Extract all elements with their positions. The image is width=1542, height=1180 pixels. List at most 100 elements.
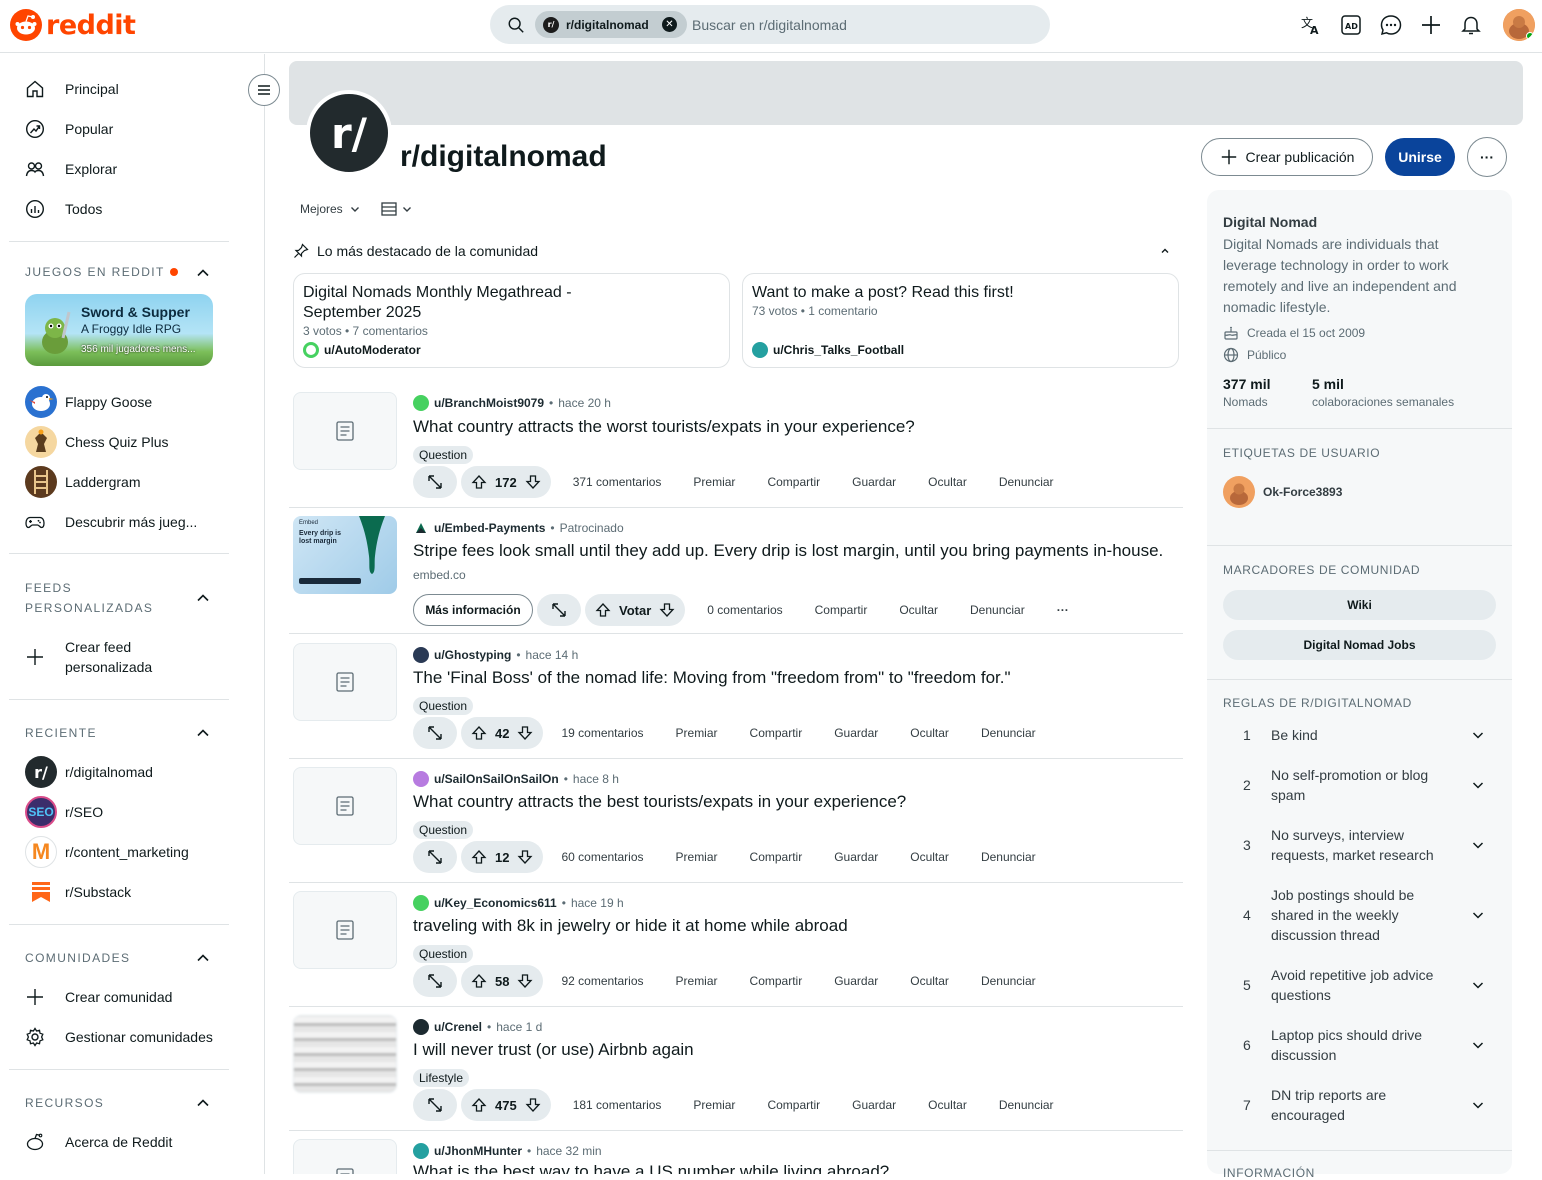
discover-more-games[interactable]: Descubrir más jueg... bbox=[25, 502, 245, 542]
rule-item[interactable]: 2 No self-promotion or blog spam bbox=[1223, 765, 1496, 805]
post-author[interactable]: u/SailOnSailOnSailOn bbox=[434, 772, 559, 786]
chevron-down-icon[interactable] bbox=[401, 203, 413, 215]
hide-button[interactable]: Ocultar bbox=[928, 475, 967, 489]
award-button[interactable]: Premiar bbox=[676, 974, 718, 988]
advertise-icon[interactable]: AD bbox=[1339, 13, 1363, 37]
sort-dropdown[interactable]: Mejores bbox=[300, 202, 343, 216]
comments-button[interactable]: 0 comentarios bbox=[707, 603, 782, 617]
nav-all[interactable]: Todos bbox=[25, 189, 245, 229]
post-author[interactable]: u/Embed-Payments bbox=[434, 521, 545, 535]
comments-button[interactable]: 19 comentarios bbox=[561, 726, 643, 740]
post-overflow-menu[interactable]: ··· bbox=[1057, 603, 1069, 617]
recent-item-seo[interactable]: SEO r/SEO bbox=[25, 792, 245, 832]
game-item-laddergram[interactable]: Laddergram bbox=[25, 462, 245, 502]
bookmark-wiki-button[interactable]: Wiki bbox=[1223, 590, 1496, 620]
recent-item-substack[interactable]: r/Substack bbox=[25, 872, 245, 912]
comments-button[interactable]: 60 comentarios bbox=[561, 850, 643, 864]
join-button[interactable]: Unirse bbox=[1385, 138, 1455, 176]
post-title[interactable]: I will never trust (or use) Airbnb again bbox=[413, 1040, 694, 1060]
promoted-post-card[interactable]: Embed Every drip is lost margin u/Embed-P… bbox=[289, 508, 1183, 634]
create-icon[interactable] bbox=[1419, 13, 1443, 37]
comments-button[interactable]: 92 comentarios bbox=[561, 974, 643, 988]
post-author[interactable]: u/JhonMHunter bbox=[434, 1144, 522, 1158]
hide-button[interactable]: Ocultar bbox=[899, 603, 938, 617]
report-button[interactable]: Denunciar bbox=[999, 1098, 1054, 1112]
chevron-down-icon[interactable] bbox=[1471, 978, 1485, 992]
chevron-down-icon[interactable] bbox=[1471, 838, 1485, 852]
downvote-icon[interactable] bbox=[525, 474, 541, 490]
chevron-up-icon[interactable] bbox=[195, 950, 211, 966]
save-button[interactable]: Guardar bbox=[834, 850, 878, 864]
award-button[interactable]: Premiar bbox=[676, 726, 718, 740]
post-card[interactable]: u/Key_Economics611 • hace 19 h traveling w… bbox=[289, 883, 1183, 1007]
share-button[interactable]: Compartir bbox=[750, 726, 803, 740]
share-button[interactable]: Compartir bbox=[767, 1098, 820, 1112]
rule-item[interactable]: 5 Avoid repetitive job advice questions bbox=[1223, 965, 1496, 1005]
share-button[interactable]: Compartir bbox=[750, 850, 803, 864]
user-flair-preview[interactable]: Ok-Force3893 bbox=[1223, 476, 1342, 508]
post-title[interactable]: The 'Final Boss' of the nomad life: Movi… bbox=[413, 668, 1011, 688]
award-button[interactable]: Premiar bbox=[693, 1098, 735, 1112]
manage-communities[interactable]: Gestionar comunidades bbox=[25, 1017, 245, 1057]
chevron-down-icon[interactable] bbox=[1471, 778, 1485, 792]
more-options-button[interactable]: ··· bbox=[1467, 137, 1507, 177]
games-section-header[interactable]: JUEGOS EN REDDIT bbox=[25, 262, 178, 282]
save-button[interactable]: Guardar bbox=[834, 974, 878, 988]
award-button[interactable]: Premiar bbox=[676, 850, 718, 864]
rule-item[interactable]: 1 Be kind bbox=[1223, 725, 1496, 745]
create-community[interactable]: Crear comunidad bbox=[25, 977, 245, 1017]
upvote-icon[interactable] bbox=[471, 474, 487, 490]
upvote-icon[interactable] bbox=[471, 1097, 487, 1113]
rule-item[interactable]: 7 DN trip reports are encouraged bbox=[1223, 1085, 1496, 1125]
save-button[interactable]: Guardar bbox=[834, 726, 878, 740]
featured-game-card[interactable]: Sword & Supper A Froggy Idle RPG 356 mil… bbox=[25, 294, 213, 366]
recent-item-content-marketing[interactable]: M r/content_marketing bbox=[25, 832, 245, 872]
hide-button[interactable]: Ocultar bbox=[928, 1098, 967, 1112]
hide-button[interactable]: Ocultar bbox=[910, 974, 949, 988]
create-custom-feed[interactable]: Crear feed personalizada bbox=[25, 637, 245, 677]
post-flair[interactable]: Lifestyle bbox=[413, 1069, 470, 1087]
downvote-icon[interactable] bbox=[517, 725, 533, 741]
recent-section-header[interactable]: RECIENTE bbox=[25, 723, 97, 743]
highlight-card[interactable]: Digital Nomads Monthly Megathread - Septe… bbox=[293, 273, 730, 368]
share-button[interactable]: Compartir bbox=[815, 603, 868, 617]
downvote-icon[interactable] bbox=[517, 973, 533, 989]
post-flair[interactable]: Question bbox=[413, 446, 474, 464]
about-reddit[interactable]: Acerca de Reddit bbox=[25, 1122, 245, 1162]
chevron-up-icon[interactable] bbox=[195, 725, 211, 741]
hide-button[interactable]: Ocultar bbox=[910, 726, 949, 740]
report-button[interactable]: Denunciar bbox=[981, 974, 1036, 988]
game-item-flappy-goose[interactable]: Flappy Goose bbox=[25, 382, 245, 422]
post-title[interactable]: What country attracts the worst tourists… bbox=[413, 417, 915, 437]
expand-button[interactable] bbox=[413, 717, 457, 749]
nav-popular[interactable]: Popular bbox=[25, 109, 245, 149]
post-author[interactable]: u/BranchMoist9079 bbox=[434, 396, 544, 410]
chevron-up-icon[interactable] bbox=[1159, 245, 1171, 257]
post-flair[interactable]: Question bbox=[413, 945, 474, 963]
expand-button[interactable] bbox=[413, 841, 457, 873]
rule-item[interactable]: 6 Laptop pics should drive discussion bbox=[1223, 1025, 1496, 1065]
post-card[interactable]: u/BranchMoist9079 • hace 20 h What country… bbox=[289, 384, 1183, 508]
post-title[interactable]: What country attracts the best tourists/… bbox=[413, 792, 906, 812]
search-input[interactable]: Buscar en r/digitalnomad bbox=[692, 17, 847, 33]
expand-button[interactable] bbox=[413, 965, 457, 997]
post-title[interactable]: What is the best way to have a US number… bbox=[413, 1162, 889, 1174]
downvote-icon[interactable] bbox=[525, 1097, 541, 1113]
report-button[interactable]: Denunciar bbox=[999, 475, 1054, 489]
share-button[interactable]: Compartir bbox=[767, 475, 820, 489]
view-layout-icon[interactable] bbox=[381, 202, 397, 216]
post-author[interactable]: u/Ghostyping bbox=[434, 648, 511, 662]
highlight-card[interactable]: Want to make a post? Read this first! 73… bbox=[742, 273, 1179, 368]
post-card[interactable]: u/Ghostyping • hace 14 h The 'Final Boss' … bbox=[289, 634, 1183, 759]
translate-icon[interactable]: 文A bbox=[1299, 13, 1323, 37]
expand-button[interactable] bbox=[537, 594, 581, 626]
report-button[interactable]: Denunciar bbox=[970, 603, 1025, 617]
chevron-down-icon[interactable] bbox=[1471, 728, 1485, 742]
report-button[interactable]: Denunciar bbox=[981, 726, 1036, 740]
clear-scope-icon[interactable]: ✕ bbox=[662, 17, 677, 32]
nav-home[interactable]: Principal bbox=[25, 69, 245, 109]
post-title[interactable]: Stripe fees look small until they add up… bbox=[413, 541, 1163, 561]
post-title[interactable]: traveling with 8k in jewelry or hide it … bbox=[413, 916, 848, 936]
rule-item[interactable]: 4 Job postings should be shared in the we… bbox=[1223, 885, 1496, 945]
expand-button[interactable] bbox=[413, 1089, 457, 1121]
